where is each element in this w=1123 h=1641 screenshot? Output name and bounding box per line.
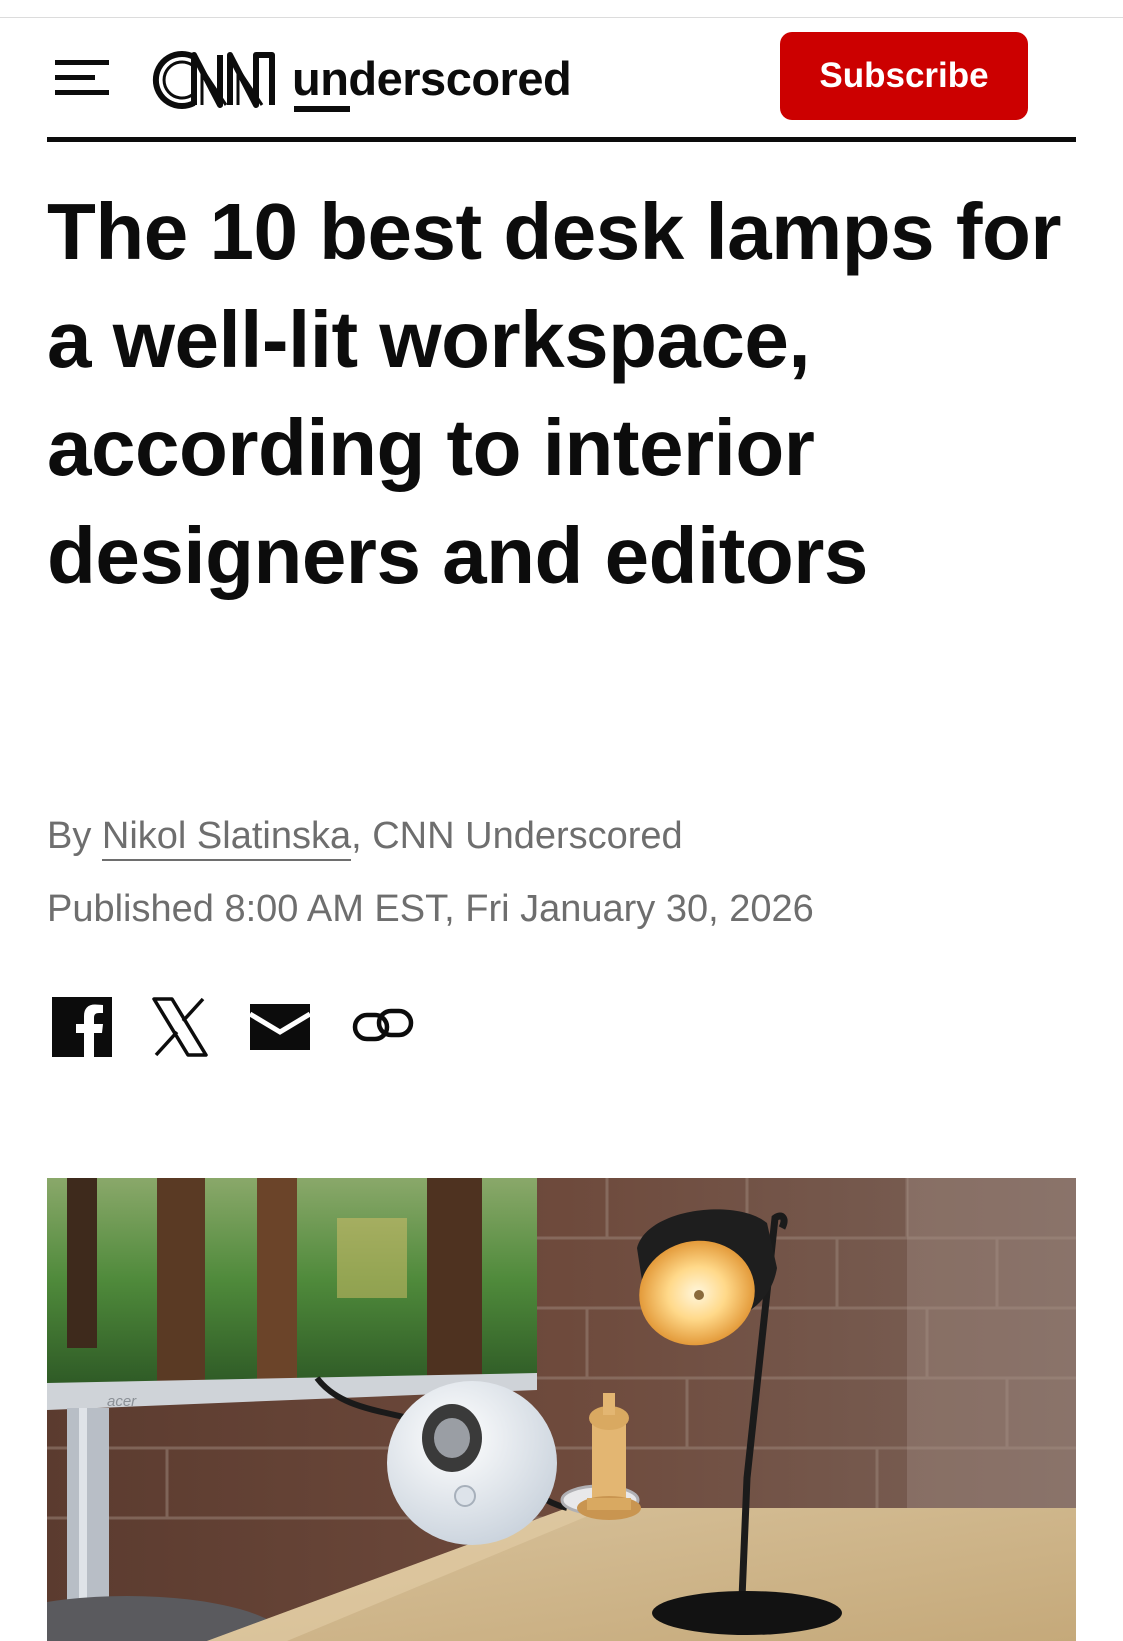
monitor-stand	[67, 1408, 109, 1613]
email-icon[interactable]	[250, 1004, 310, 1050]
author-link[interactable]: Nikol Slatinska	[101, 815, 352, 861]
cnn-underscored-logo[interactable]: underscored	[142, 40, 602, 120]
cnn-logo-icon	[152, 51, 275, 109]
byline-source: , CNN Underscored	[351, 815, 683, 857]
article-headline: The 10 best desk lamps for a well-lit wo…	[47, 187, 1062, 600]
facebook-icon[interactable]	[52, 997, 112, 1057]
monitor-brand-text: acer	[107, 1393, 137, 1410]
site-header: underscored Subscribe	[47, 30, 1076, 140]
logo-underline-mark	[294, 106, 350, 112]
x-icon[interactable]	[150, 997, 210, 1057]
share-bar	[52, 995, 414, 1059]
header-rule	[47, 137, 1076, 142]
hamburger-menu-icon[interactable]	[55, 54, 109, 100]
link-icon[interactable]	[352, 1007, 414, 1047]
article-page: underscored Subscribe The 10 best desk l…	[0, 0, 1123, 1641]
hero-image: acer	[47, 1178, 1076, 1641]
top-divider	[0, 17, 1123, 18]
logo-wordmark: underscored	[292, 51, 572, 105]
subscribe-button[interactable]: Subscribe	[780, 32, 1028, 120]
byline: By Nikol Slatinska, CNN Underscored	[47, 812, 683, 861]
publish-timestamp: Published 8:00 AM EST, Fri January 30, 2…	[47, 888, 814, 930]
byline-prefix: By	[47, 815, 102, 857]
